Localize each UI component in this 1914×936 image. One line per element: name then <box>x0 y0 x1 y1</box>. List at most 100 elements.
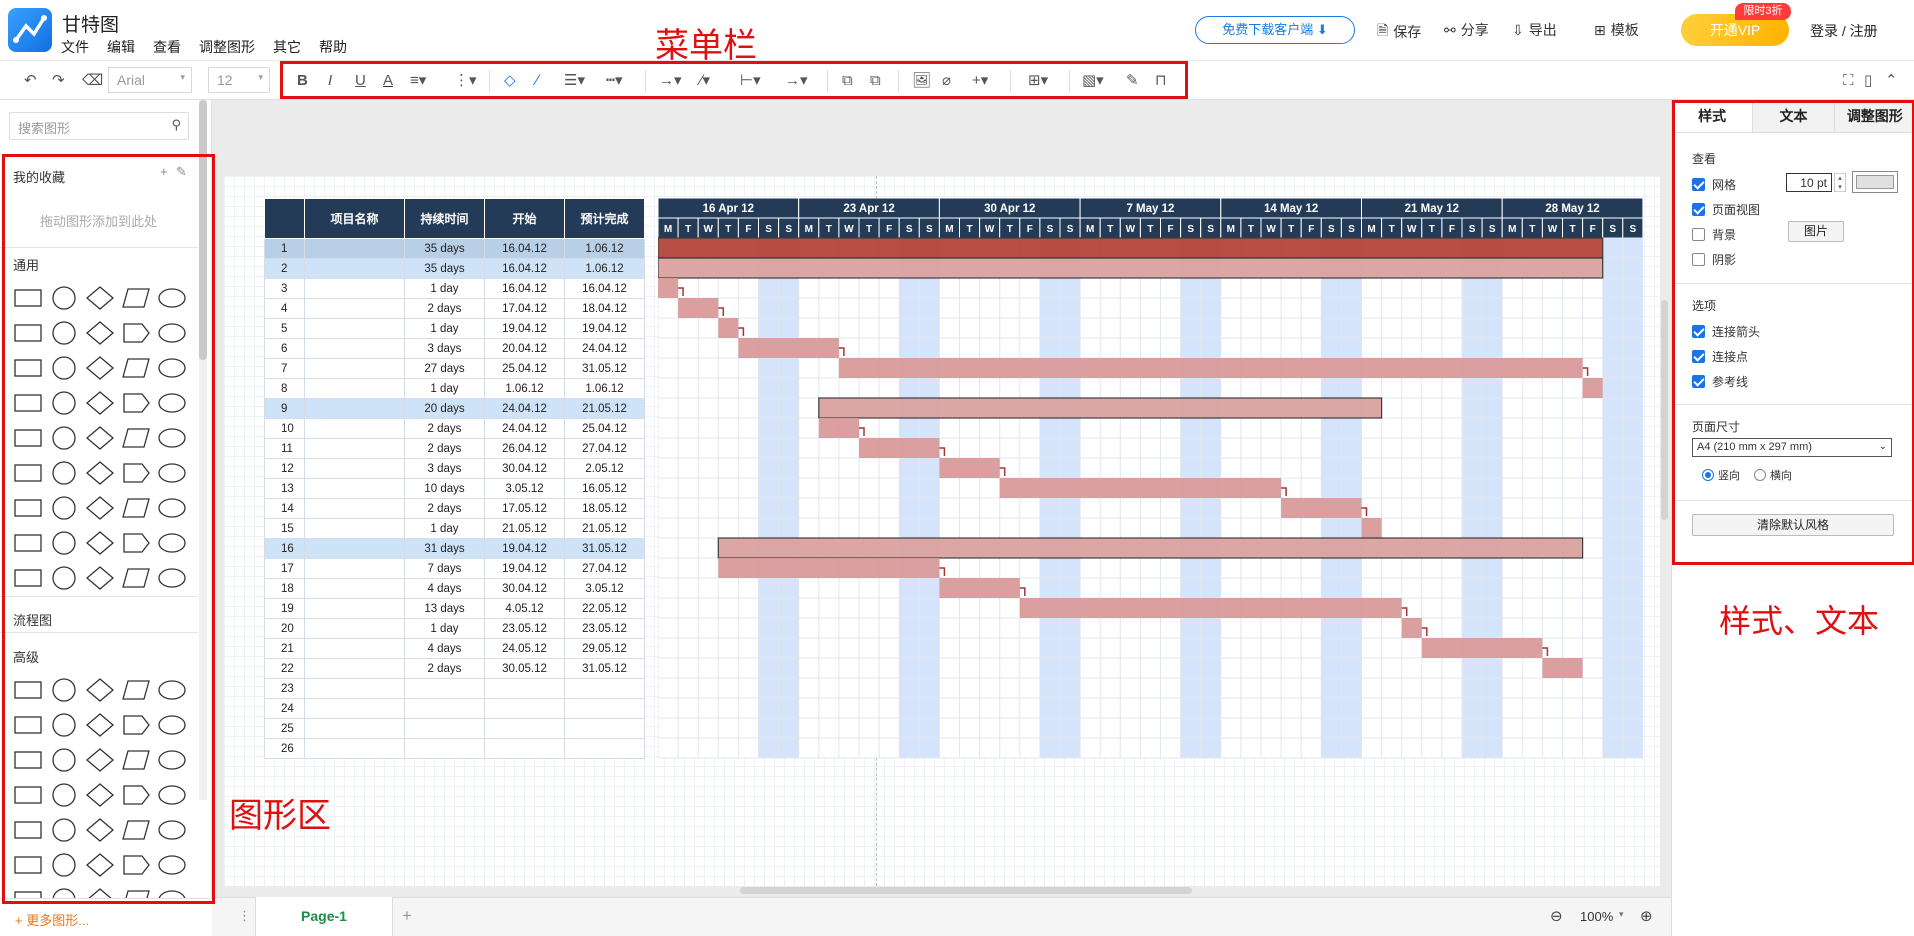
gantt-bar[interactable] <box>658 278 679 298</box>
row-index-cell[interactable]: 19 <box>264 598 305 619</box>
shape-card-icon[interactable] <box>46 420 82 455</box>
table-row[interactable]: 17 7 days 19.04.12 27.04.12 <box>264 558 645 579</box>
start-cell[interactable]: 30.04.12 <box>484 458 565 479</box>
shape-win-icon[interactable] <box>118 847 154 882</box>
line-start-icon[interactable]: ⊢▾ <box>740 71 761 91</box>
duration-cell[interactable]: 2 days <box>404 438 485 459</box>
shape-page-icon[interactable] <box>10 420 46 455</box>
share-button[interactable]: ⚯ 分享 <box>1444 20 1489 40</box>
shape-dash2-icon[interactable] <box>46 525 82 560</box>
start-cell[interactable]: 25.04.12 <box>484 358 565 379</box>
shape-doc-icon[interactable] <box>154 350 190 385</box>
menu-view[interactable]: 查看 <box>153 37 181 57</box>
italic-icon[interactable]: I <box>328 71 332 91</box>
duration-cell[interactable]: 10 days <box>404 478 485 499</box>
shape-dee-icon[interactable] <box>10 455 46 490</box>
task-name-cell[interactable] <box>304 238 405 259</box>
grid-size-spinner[interactable]: ▴ ▾ <box>1834 173 1846 192</box>
gantt-bar[interactable] <box>939 458 1000 478</box>
add-icon[interactable]: + <box>160 164 168 179</box>
start-cell[interactable]: 26.04.12 <box>484 438 565 459</box>
shape-square-icon[interactable] <box>10 315 46 350</box>
start-cell[interactable]: 30.04.12 <box>484 578 565 599</box>
shape-diamond-icon[interactable] <box>118 707 154 742</box>
duration-cell[interactable]: 35 days <box>404 238 485 259</box>
shape-box-icon[interactable] <box>82 455 118 490</box>
row-index-cell[interactable]: 1 <box>264 238 305 259</box>
row-index-cell[interactable]: 15 <box>264 518 305 539</box>
finish-cell[interactable]: 16.04.12 <box>564 278 645 299</box>
start-cell[interactable]: 24.04.12 <box>484 418 565 439</box>
shape-trap-icon[interactable] <box>118 385 154 420</box>
shape-tape-icon[interactable] <box>46 455 82 490</box>
row-index-cell[interactable]: 9 <box>264 398 305 419</box>
font-color-icon[interactable]: A <box>383 71 393 91</box>
shape-rect-icon[interactable] <box>10 672 46 707</box>
line-dash-icon[interactable]: ┅▾ <box>606 71 623 91</box>
duration-cell[interactable]: 2 days <box>404 498 485 519</box>
shape-grid-icon[interactable] <box>10 385 46 420</box>
font-family-select[interactable]: Arial ▾ <box>108 67 192 93</box>
task-name-cell[interactable] <box>304 558 405 579</box>
shape-para-icon[interactable] <box>154 315 190 350</box>
clear-default-style-button[interactable]: 清除默认风格 <box>1692 514 1894 536</box>
row-index-cell[interactable]: 20 <box>264 618 305 639</box>
duration-cell[interactable]: 3 days <box>404 338 485 359</box>
task-name-cell[interactable] <box>304 538 405 559</box>
shape-win2-icon[interactable] <box>154 847 190 882</box>
task-name-cell[interactable] <box>304 318 405 339</box>
start-cell[interactable]: 4.05.12 <box>484 598 565 619</box>
duration-cell[interactable]: 20 days <box>404 398 485 419</box>
table-row[interactable]: 14 2 days 17.05.12 18.05.12 <box>264 498 645 519</box>
duration-cell[interactable]: 2 days <box>404 418 485 439</box>
row-index-cell[interactable]: 24 <box>264 698 305 719</box>
shape-arrow4-icon[interactable] <box>154 525 190 560</box>
gantt-bar[interactable] <box>939 578 1020 598</box>
shape-cube-icon[interactable] <box>46 385 82 420</box>
line-end-icon[interactable]: →▾ <box>785 71 808 91</box>
finish-cell[interactable]: 27.04.12 <box>564 558 645 579</box>
table-row[interactable]: 81 day 1.06.12 1.06.12 <box>264 378 645 399</box>
shape-circle-icon[interactable] <box>46 315 82 350</box>
duration-cell[interactable] <box>404 698 485 719</box>
gantt-bar[interactable] <box>818 418 859 438</box>
shape-dashar3-icon[interactable] <box>118 560 154 595</box>
redo-icon[interactable]: ↷ <box>52 71 65 91</box>
duration-cell[interactable]: 2 days <box>404 658 485 679</box>
finish-cell[interactable]: 31.05.12 <box>564 658 645 679</box>
shape-list2-icon[interactable] <box>46 490 82 525</box>
table-row[interactable]: 23 <box>264 678 645 699</box>
duration-cell[interactable] <box>404 738 485 759</box>
gantt-chart[interactable]: 16 Apr 12 23 Apr 12 30 Apr 12 7 May 12 14 Ma… <box>658 198 1671 760</box>
connect-points-checkbox[interactable]: 连接点 <box>1692 348 1748 365</box>
finish-cell[interactable]: 18.05.12 <box>564 498 645 519</box>
table-row[interactable]: 31 day 16.04.12 16.04.12 <box>264 278 645 299</box>
shape-bold-icon[interactable] <box>10 560 46 595</box>
shape-proc-icon[interactable] <box>82 315 118 350</box>
duration-cell[interactable]: 35 days <box>404 258 485 279</box>
duration-cell[interactable]: 13 days <box>404 598 485 619</box>
collapse-icon[interactable]: ⌃ <box>1885 71 1898 91</box>
shape-cyl-icon[interactable] <box>82 742 118 777</box>
style-icon[interactable]: ▧▾ <box>1082 71 1104 91</box>
row-index-cell[interactable]: 6 <box>264 338 305 359</box>
duration-cell[interactable]: 4 days <box>404 578 485 599</box>
menu-edit[interactable]: 编辑 <box>107 37 135 57</box>
gantt-bar[interactable] <box>1582 378 1603 398</box>
task-name-cell[interactable] <box>304 378 405 399</box>
table-row[interactable]: 1 35 days 16.04.12 1.06.12 <box>264 238 645 259</box>
shirt-icon[interactable]: ⊓ <box>1155 71 1167 91</box>
table-row[interactable]: 22 2 days 30.05.12 31.05.12 <box>264 658 645 679</box>
font-size-select[interactable]: 12 ▾ <box>208 67 270 93</box>
shape-card-icon[interactable] <box>46 812 82 847</box>
table-row[interactable]: 26 <box>264 738 645 759</box>
connector-icon[interactable]: →▾ <box>659 71 682 91</box>
gantt-bar[interactable] <box>678 298 719 318</box>
gantt-bar[interactable] <box>717 537 1584 559</box>
finish-cell[interactable]: 21.05.12 <box>564 398 645 419</box>
shape-square-icon[interactable] <box>10 707 46 742</box>
duration-cell[interactable]: 3 days <box>404 458 485 479</box>
fullscreen-icon[interactable]: ⛶ <box>1843 71 1854 91</box>
start-cell[interactable]: 19.04.12 <box>484 558 565 579</box>
duration-cell[interactable]: 4 days <box>404 638 485 659</box>
